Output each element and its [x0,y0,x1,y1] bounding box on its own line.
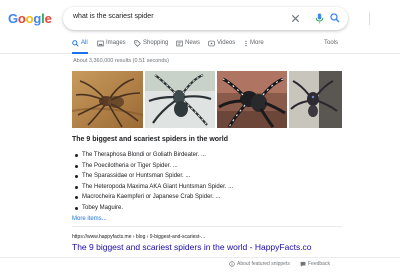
image-icon [97,40,104,47]
feedback-label: Feedback [308,261,330,267]
more-items-link[interactable]: More items... [72,216,107,222]
tab-label: Shopping [143,40,169,46]
google-logo[interactable]: Google [8,11,52,26]
play-icon [208,40,215,47]
list-item: The Theraphosa Blondi or Goliath Birdeat… [74,150,233,161]
feedback-link[interactable]: Feedback [300,261,330,267]
tab-label: All [81,40,88,46]
tab-label: More [250,40,264,46]
search-divider [369,12,370,25]
search-input[interactable]: what is the scariest spider [73,13,154,20]
logo-letter: e [44,11,52,26]
tab-label: Images [106,40,126,46]
about-featured-snippets[interactable]: About featured snippets [229,261,290,267]
logo-letter: G [8,11,18,26]
divider [72,226,342,227]
clear-icon[interactable] [289,12,301,24]
more-vert-icon [245,40,247,47]
search-icon[interactable] [329,12,341,24]
search-icon [72,40,79,47]
search-box[interactable]: what is the scariest spider [63,7,370,30]
news-icon [176,40,183,47]
spider-image-3[interactable] [217,71,287,128]
tools-label: Tools [324,40,339,46]
list-item: The Poecilotheria or Tiger Spider. ... [74,161,233,172]
search-tabs: All Images Shopping News Videos More Too… [0,36,400,54]
tab-shopping[interactable]: Shopping [134,40,168,54]
list-item: The Heteropoda Maxima AKA Giant Huntsman… [74,182,233,193]
featured-snippet-list: The Theraphosa Blondi or Goliath Birdeat… [74,150,233,214]
logo-letter: g [33,11,42,26]
tools-button[interactable]: Tools [324,40,338,54]
logo-letter: o [17,11,26,26]
tag-icon [134,40,141,47]
spider-image-4[interactable] [289,71,342,128]
result-stats: About 3,360,000 results (0.51 seconds) [73,58,170,64]
help-icon [229,261,235,267]
divider [0,257,400,258]
featured-images [72,71,342,128]
result-url[interactable]: https://www.happyfacts.me › blog › 9-big… [72,234,205,240]
tab-images[interactable]: Images [97,40,126,54]
featured-snippet-title: The 9 biggest and scariest spiders in th… [72,136,228,143]
feedback-icon [300,261,306,267]
about-label: About featured snippets [237,261,290,267]
microphone-icon[interactable] [313,12,325,24]
tab-videos[interactable]: Videos [208,40,235,54]
spider-image-1[interactable] [72,71,143,128]
tab-label: News [185,40,201,46]
result-title-link[interactable]: The 9 biggest and scariest spiders in th… [72,242,312,252]
list-item: The Sparassidae or Huntsman Spider. ... [74,171,233,182]
tab-all[interactable]: All [72,40,88,54]
header: Google what is the scariest spider [0,0,400,36]
list-item: Tobey Maguire. [74,203,233,214]
tab-label: Videos [217,40,236,46]
tab-news[interactable]: News [176,40,200,54]
list-item: Macrocheira Kaempferi or Japanese Crab S… [74,192,233,203]
tab-more[interactable]: More [244,40,264,54]
spider-image-2[interactable] [145,71,215,128]
